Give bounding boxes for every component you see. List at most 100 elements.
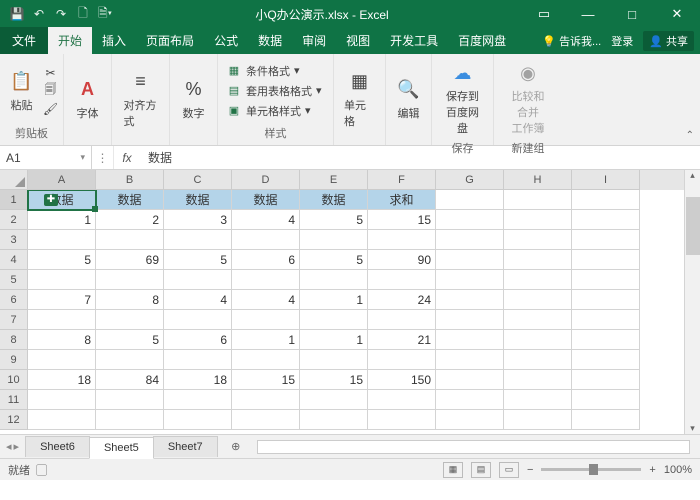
cell[interactable] [572,210,640,230]
cell[interactable] [572,190,640,210]
cell[interactable]: 1 [300,290,368,310]
cell[interactable] [232,410,300,430]
undo-icon[interactable]: ↶ [30,5,48,23]
cell[interactable] [436,230,504,250]
cell[interactable] [164,270,232,290]
sheet-tab-Sheet6[interactable]: Sheet6 [25,436,90,457]
cell[interactable] [368,310,436,330]
share-button[interactable]: 👤 共享 [643,31,694,51]
cell[interactable] [436,190,504,210]
cell[interactable]: 4 [232,290,300,310]
cell[interactable] [164,350,232,370]
cell[interactable] [572,230,640,250]
close-icon[interactable]: ✕ [654,0,700,28]
maximize-icon[interactable]: □ [610,0,654,28]
ribbon-options-icon[interactable]: ▭ [522,0,566,28]
cell[interactable] [572,290,640,310]
align-button[interactable]: ≡对齐方式 [120,67,162,131]
cell[interactable]: 1 [28,210,96,230]
row-header[interactable]: 5 [0,270,28,290]
login-link[interactable]: 登录 [611,33,633,49]
cell[interactable]: 15 [300,370,368,390]
cell[interactable] [368,230,436,250]
sheet-nav[interactable]: ◂▸ [0,440,25,453]
cell[interactable] [300,310,368,330]
cell[interactable] [572,270,640,290]
cell[interactable] [436,290,504,310]
cell[interactable]: 18 [164,370,232,390]
tab-审阅[interactable]: 审阅 [292,27,336,54]
cell[interactable] [96,350,164,370]
cell[interactable] [572,350,640,370]
cell[interactable]: 5 [164,250,232,270]
cell[interactable]: 4 [164,290,232,310]
row-header[interactable]: 2 [0,210,28,230]
view-normal-icon[interactable]: ▦ [443,462,463,478]
cell[interactable] [368,350,436,370]
cell[interactable]: 21 [368,330,436,350]
sheet-tab-Sheet5[interactable]: Sheet5 [89,437,154,459]
cell[interactable]: 7 [28,290,96,310]
cell[interactable]: 8 [28,330,96,350]
cell[interactable]: 15 [368,210,436,230]
cell[interactable] [504,250,572,270]
zoom-in-icon[interactable]: + [649,464,655,476]
col-header-H[interactable]: H [504,170,572,190]
cell[interactable]: 15 [232,370,300,390]
zoom-slider[interactable] [541,468,641,471]
cell[interactable]: 5 [28,250,96,270]
sheet-tab-Sheet7[interactable]: Sheet7 [153,436,218,457]
cell[interactable]: 5 [300,210,368,230]
col-header-C[interactable]: C [164,170,232,190]
cell[interactable] [436,210,504,230]
cell[interactable] [436,410,504,430]
cell[interactable] [232,310,300,330]
view-pagebreak-icon[interactable]: ▭ [499,462,519,478]
font-button[interactable]: A字体 [70,75,105,123]
view-layout-icon[interactable]: ▤ [471,462,491,478]
cell[interactable] [96,410,164,430]
cell[interactable] [436,310,504,330]
fx-icon[interactable]: fx [114,146,140,169]
format-as-table-button[interactable]: ▤套用表格格式 ▾ [224,82,327,100]
cell[interactable] [96,230,164,250]
cell[interactable] [232,390,300,410]
col-header-I[interactable]: I [572,170,640,190]
cell[interactable] [28,390,96,410]
row-header[interactable]: 1 [0,190,28,210]
cell[interactable] [300,270,368,290]
cell[interactable] [164,310,232,330]
cell[interactable] [436,250,504,270]
horizontal-scrollbar[interactable] [257,440,690,454]
cell[interactable]: 1 [300,330,368,350]
cell[interactable] [572,330,640,350]
cell[interactable]: 18 [28,370,96,390]
cell[interactable] [504,190,572,210]
cell[interactable] [300,410,368,430]
cell[interactable] [232,270,300,290]
cell[interactable] [504,210,572,230]
zoom-level[interactable]: 100% [664,464,692,476]
new-doc-icon[interactable]: 🗋 [74,5,92,23]
cell[interactable] [232,230,300,250]
tell-me[interactable]: 💡 告诉我... [542,33,601,49]
tab-插入[interactable]: 插入 [92,27,136,54]
tab-百度网盘[interactable]: 百度网盘 [448,27,516,54]
cell[interactable] [504,390,572,410]
cell[interactable] [504,370,572,390]
cell[interactable] [504,310,572,330]
cell[interactable]: 69 [96,250,164,270]
vertical-scrollbar[interactable]: ▴▾ [684,170,700,434]
cell[interactable]: 2 [96,210,164,230]
cells-button[interactable]: ▦单元格 [340,67,379,131]
cell[interactable]: 5 [96,330,164,350]
row-header[interactable]: 6 [0,290,28,310]
cell[interactable] [232,350,300,370]
cell[interactable] [436,270,504,290]
cell[interactable] [96,390,164,410]
cell[interactable] [368,410,436,430]
cell[interactable]: 数据 [28,190,96,210]
row-header[interactable]: 3 [0,230,28,250]
editing-button[interactable]: 🔍编辑 [392,75,426,123]
cell[interactable]: 3 [164,210,232,230]
